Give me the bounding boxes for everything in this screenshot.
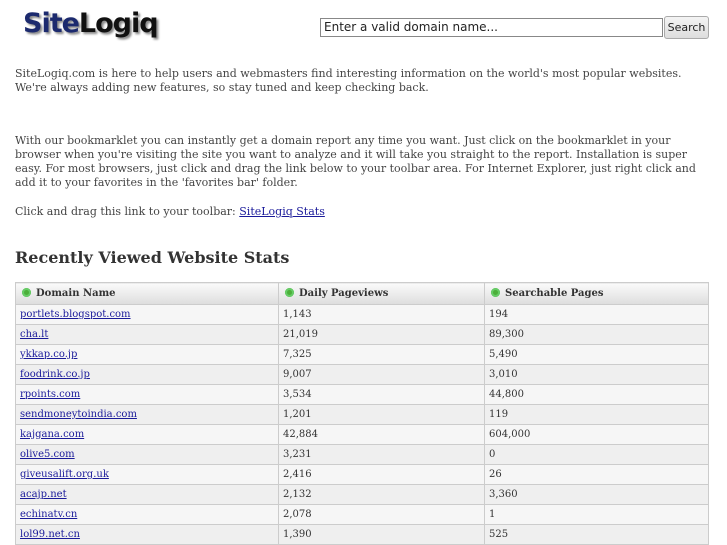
table-row: rpoints.com 3,534 44,800: [15, 384, 709, 405]
table-row: cha.lt 21,019 89,300: [15, 324, 709, 345]
pageviews-cell: 3,534: [278, 384, 485, 405]
pages-cell: 3,360: [484, 484, 709, 505]
table-row: kajgana.com 42,884 604,000: [15, 424, 709, 445]
intro-text: SiteLogiq.com is here to help users and …: [15, 67, 682, 94]
domain-cell: acajp.net: [15, 484, 279, 505]
pages-cell: 26: [484, 464, 709, 485]
domain-link[interactable]: lol99.net.cn: [20, 529, 80, 540]
search-button[interactable]: Search: [664, 16, 709, 39]
domain-link[interactable]: cha.lt: [20, 329, 48, 340]
sort-icon: [285, 288, 294, 297]
column-header-domain[interactable]: Domain Name: [15, 282, 279, 305]
domain-cell: giveusalift.org.uk: [15, 464, 279, 485]
pageviews-cell: 2,078: [278, 504, 485, 525]
domain-link[interactable]: foodrink.co.jp: [20, 369, 90, 380]
domain-cell: ykkap.co.jp: [15, 344, 279, 365]
domain-link[interactable]: echinatv.cn: [20, 509, 77, 520]
drag-instruction: Click and drag this link to your toolbar…: [15, 205, 325, 218]
pages-cell: 89,300: [484, 324, 709, 345]
section-heading: Recently Viewed Website Stats: [15, 248, 290, 267]
pages-cell: 44,800: [484, 384, 709, 405]
domain-cell: olive5.com: [15, 444, 279, 465]
table-row: acajp.net 2,132 3,360: [15, 484, 709, 505]
pageviews-cell: 3,231: [278, 444, 485, 465]
stats-table: Domain Name Daily Pageviews Searchable P…: [15, 282, 709, 545]
domain-link[interactable]: rpoints.com: [20, 389, 80, 400]
table-row: ykkap.co.jp 7,325 5,490: [15, 344, 709, 365]
table-row: foodrink.co.jp 9,007 3,010: [15, 364, 709, 385]
sort-icon: [491, 288, 500, 297]
bookmarklet-link[interactable]: SiteLogiq Stats: [239, 205, 325, 218]
domain-link[interactable]: olive5.com: [20, 449, 75, 460]
pages-cell: 119: [484, 404, 709, 425]
pageviews-cell: 42,884: [278, 424, 485, 445]
domain-link[interactable]: giveusalift.org.uk: [20, 469, 109, 480]
pages-cell: 1: [484, 504, 709, 525]
domain-link[interactable]: kajgana.com: [20, 429, 84, 440]
domain-link[interactable]: ykkap.co.jp: [20, 349, 77, 360]
domain-cell: kajgana.com: [15, 424, 279, 445]
pageviews-cell: 9,007: [278, 364, 485, 385]
sort-icon: [22, 288, 31, 297]
table-row: lol99.net.cn 1,390 525: [15, 524, 709, 545]
domain-cell: sendmoneytoindia.com: [15, 404, 279, 425]
domain-link[interactable]: portlets.blogspot.com: [20, 309, 131, 320]
domain-link[interactable]: sendmoneytoindia.com: [20, 409, 137, 420]
pageviews-cell: 2,416: [278, 464, 485, 485]
domain-cell: rpoints.com: [15, 384, 279, 405]
domain-cell: portlets.blogspot.com: [15, 304, 279, 325]
pageviews-cell: 1,143: [278, 304, 485, 325]
pageviews-cell: 1,390: [278, 524, 485, 545]
table-row: olive5.com 3,231 0: [15, 444, 709, 465]
domain-search-input[interactable]: Enter a valid domain name...: [320, 18, 663, 37]
table-row: sendmoneytoindia.com 1,201 119: [15, 404, 709, 425]
pageviews-cell: 1,201: [278, 404, 485, 425]
pages-cell: 0: [484, 444, 709, 465]
domain-link[interactable]: acajp.net: [20, 489, 67, 500]
pages-cell: 525: [484, 524, 709, 545]
table-row: giveusalift.org.uk 2,416 26: [15, 464, 709, 485]
pages-cell: 604,000: [484, 424, 709, 445]
pageviews-cell: 21,019: [278, 324, 485, 345]
table-row: portlets.blogspot.com 1,143 194: [15, 304, 709, 325]
domain-cell: foodrink.co.jp: [15, 364, 279, 385]
domain-cell: echinatv.cn: [15, 504, 279, 525]
pages-cell: 194: [484, 304, 709, 325]
pages-cell: 5,490: [484, 344, 709, 365]
domain-cell: lol99.net.cn: [15, 524, 279, 545]
table-row: echinatv.cn 2,078 1: [15, 504, 709, 525]
pageviews-cell: 2,132: [278, 484, 485, 505]
column-header-pages[interactable]: Searchable Pages: [484, 282, 709, 305]
logo[interactable]: SiteLogiq: [23, 8, 159, 39]
pages-cell: 3,010: [484, 364, 709, 385]
domain-cell: cha.lt: [15, 324, 279, 345]
pageviews-cell: 7,325: [278, 344, 485, 365]
column-header-pageviews[interactable]: Daily Pageviews: [278, 282, 485, 305]
bookmarklet-text: With our bookmarklet you can instantly g…: [15, 134, 696, 189]
